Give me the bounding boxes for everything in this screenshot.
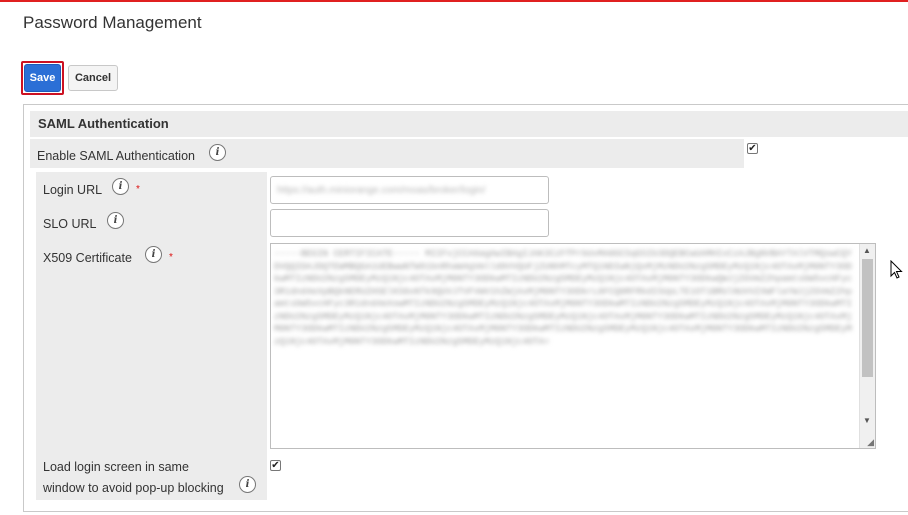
slo-url-info-icon[interactable]: i [107,212,124,229]
checkmark-icon: ✔ [748,142,757,154]
save-button[interactable]: Save [24,64,61,92]
checkmark-icon: ✔ [271,459,280,471]
enable-saml-info-icon[interactable]: i [209,144,226,161]
login-url-input[interactable]: https://auth.miniorange.com/moas/broker/… [270,176,549,204]
slo-url-input[interactable] [270,209,549,237]
resize-handle-icon[interactable]: ◢ [867,438,874,447]
x509-info-icon[interactable]: i [145,246,162,263]
section-title: SAML Authentication [38,116,169,131]
scroll-down-arrow-icon[interactable]: ▼ [863,416,871,425]
cancel-button[interactable]: Cancel [68,65,118,91]
login-url-label: Login URL [43,183,103,197]
mouse-cursor-icon [890,260,903,279]
x509-required-mark: * [169,252,173,263]
login-url-required-mark: * [136,184,140,195]
scroll-up-arrow-icon[interactable]: ▲ [863,246,871,255]
x509-certificate-textarea[interactable]: -----BEGIN CERTIFICATE----- MIIFvjCCA6ag… [270,243,876,449]
same-window-label-line1: Load login screen in same [43,460,189,474]
top-accent-bar [0,0,908,2]
login-url-info-icon[interactable]: i [112,178,129,195]
same-window-info-icon[interactable]: i [239,476,256,493]
enable-saml-label: Enable SAML Authentication [37,149,195,163]
same-window-label-line2: window to avoid pop-up blocking [43,481,224,495]
page-title: Password Management [23,13,202,32]
same-window-checkbox[interactable]: ✔ [270,460,281,471]
x509-certificate-text: -----BEGIN CERTIFICATE----- MIIFvjCCA6ag… [274,249,852,347]
scrollbar-thumb[interactable] [862,259,873,377]
enable-saml-checkbox[interactable]: ✔ [747,143,758,154]
x509-certificate-label: X509 Certificate [43,251,132,265]
textarea-scrollbar[interactable]: ▲ ▼ [859,244,875,448]
slo-url-label: SLO URL [43,217,97,231]
